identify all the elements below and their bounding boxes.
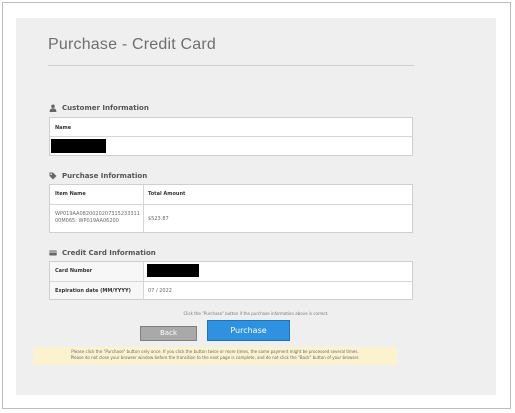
table-row: WP019AA0820020207315233311 00M065: WP019…	[50, 204, 412, 234]
item-name-header: Item Name	[55, 191, 86, 197]
purchase-button[interactable]: Purchase	[207, 320, 290, 341]
total-amount-value: $523.87	[148, 216, 169, 222]
name-label: Name	[55, 125, 72, 131]
redacted-name	[51, 139, 106, 153]
tag-icon	[49, 172, 57, 180]
item-name-line1: WP019AA0820020207315233311	[55, 211, 140, 217]
title-divider	[48, 65, 414, 66]
credit-card-icon	[49, 250, 57, 256]
warning-line2: Please do not close your browser window …	[70, 355, 360, 360]
card-section-header: Credit Card Information	[49, 249, 156, 257]
redacted-card-number	[147, 264, 199, 277]
purchase-table: Item Name Total Amount WP019AA0820020207…	[49, 184, 413, 233]
card-section-title: Credit Card Information	[62, 249, 156, 257]
expiry-value: 07 / 2022	[148, 288, 172, 294]
customer-section-header: Customer Information	[49, 104, 149, 112]
card-table: Card Number Expiration date (MM/YYYY) 07…	[49, 261, 413, 300]
back-button[interactable]: Back	[140, 326, 197, 341]
customer-section-title: Customer Information	[62, 104, 149, 112]
purchase-section-header: Purchase Information	[49, 172, 147, 180]
warning-notice: Please click the "Purchase" button only …	[33, 347, 397, 365]
total-amount-header: Total Amount	[148, 191, 186, 197]
customer-table: Name	[49, 117, 413, 156]
item-name-line2: 00M065: WP019AA06200	[55, 218, 119, 224]
expiry-label: Expiration date (MM/YYYY)	[55, 288, 131, 294]
card-number-label: Card Number	[55, 268, 93, 274]
expiry-row: Expiration date (MM/YYYY) 07 / 2022	[50, 281, 412, 301]
page-title: Purchase - Credit Card	[48, 36, 217, 53]
confirm-note: Click the "Purchase" button if the purch…	[183, 311, 329, 316]
purchase-section-title: Purchase Information	[62, 172, 148, 180]
user-icon	[49, 104, 57, 112]
name-value-row	[50, 136, 412, 157]
item-name-value: WP019AA0820020207315233311 00M065: WP019…	[55, 211, 140, 225]
